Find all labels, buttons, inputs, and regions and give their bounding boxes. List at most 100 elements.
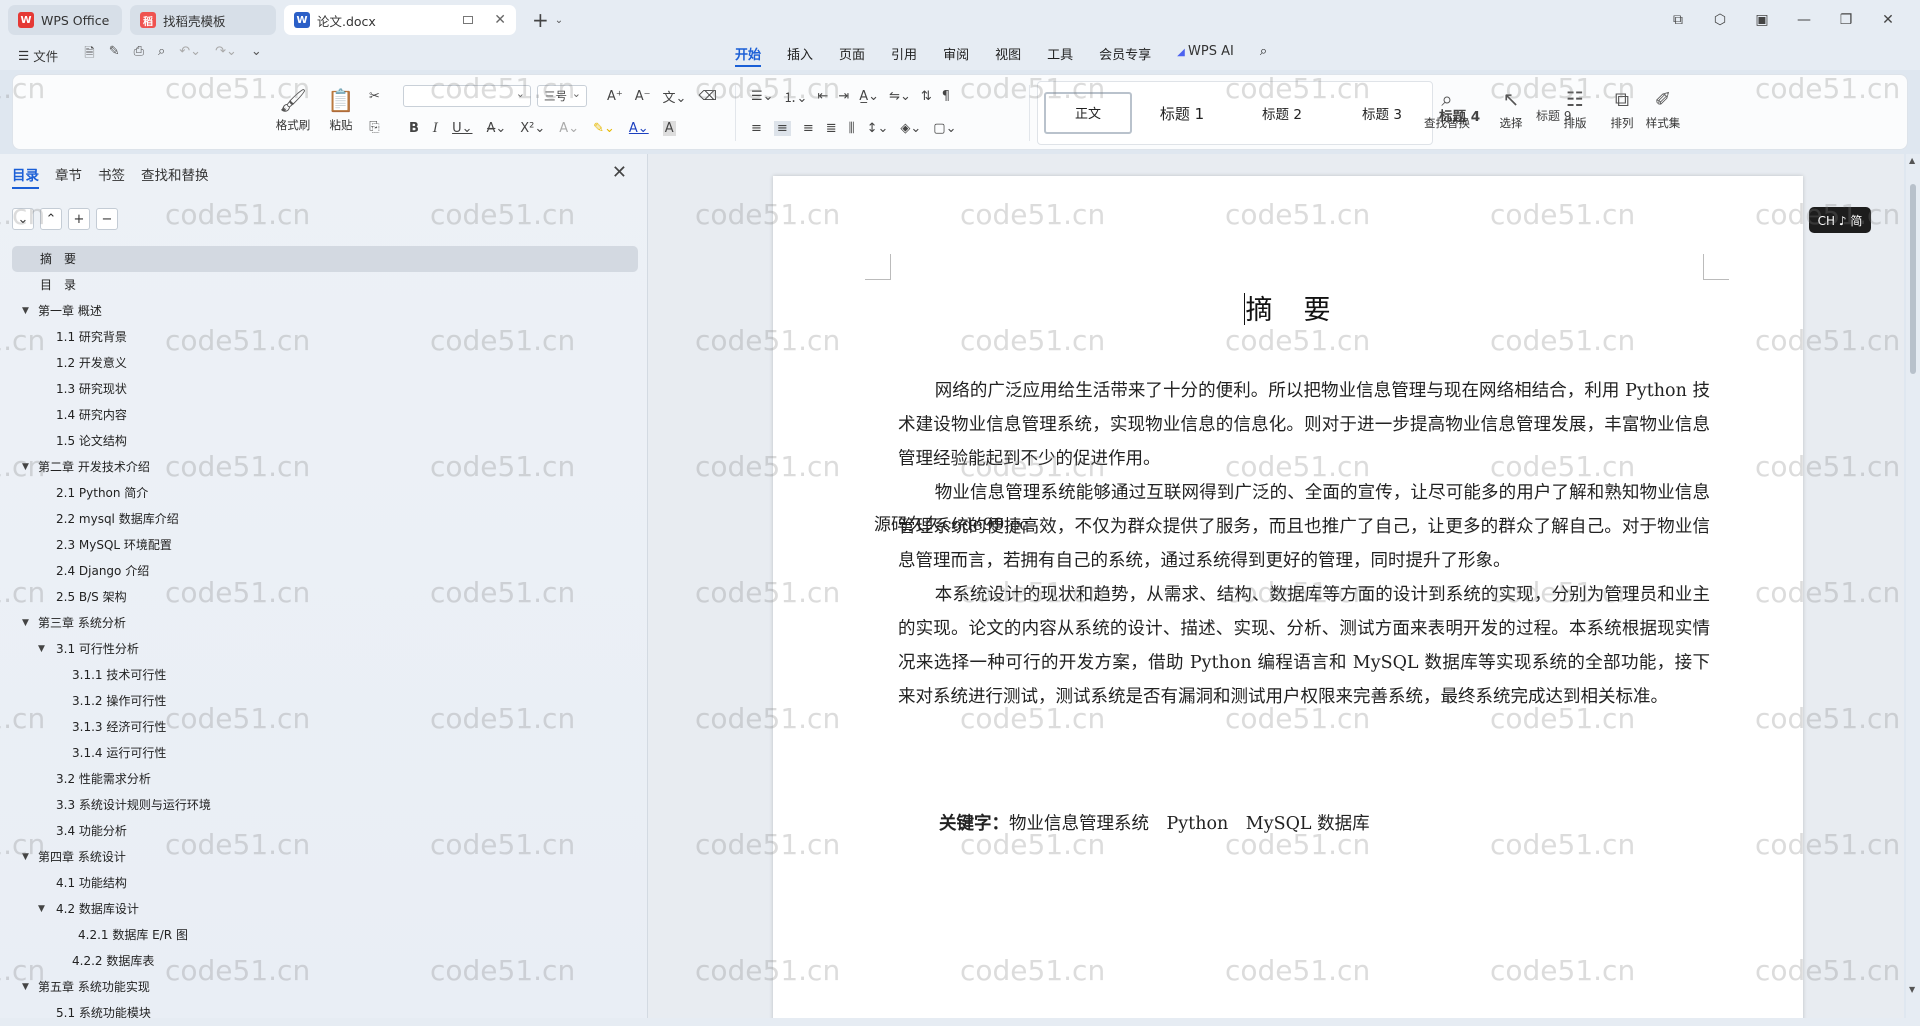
paste-button[interactable]: 📋 粘贴 bbox=[319, 87, 363, 133]
cube-icon[interactable]: ⬡ bbox=[1712, 12, 1728, 28]
outline-item[interactable]: ▼ 第一章 概述 bbox=[12, 298, 638, 324]
expand-caret-icon[interactable]: ▼ bbox=[22, 298, 29, 324]
avatar[interactable]: ▣ bbox=[1754, 12, 1770, 28]
tab-wps-office[interactable]: W WPS Office bbox=[8, 5, 122, 35]
increase-indent-icon[interactable]: ⇥ bbox=[838, 89, 849, 104]
outline-item[interactable]: ▼ 第三章 系统分析 bbox=[12, 610, 638, 636]
tab-toc[interactable]: 目录 bbox=[12, 164, 39, 189]
style-normal[interactable]: 正文 bbox=[1044, 92, 1132, 134]
font-family-select[interactable] bbox=[403, 85, 531, 107]
format-painter-button[interactable]: 🖌 格式刷 bbox=[271, 87, 315, 133]
vertical-scrollbar[interactable]: ▲ ▼ bbox=[1906, 154, 1920, 1018]
redo-icon[interactable]: ↷⌄ bbox=[215, 44, 237, 66]
menu-insert[interactable]: 插入 bbox=[787, 44, 813, 67]
file-menu-button[interactable]: ☰ 文件 bbox=[18, 46, 58, 65]
menu-member[interactable]: 会员专享 bbox=[1099, 44, 1151, 67]
sort-icon[interactable]: ⇅ bbox=[921, 89, 932, 104]
outline-item[interactable]: 3.1.4 运行可行性 bbox=[12, 740, 638, 766]
chinese-layout-icon[interactable]: A̲⌄ bbox=[859, 89, 879, 104]
style-heading-2[interactable]: 标题 2 bbox=[1232, 103, 1332, 123]
expand-caret-icon[interactable]: ▼ bbox=[22, 844, 29, 870]
tab-templates[interactable]: 稻 找稻壳模板 bbox=[130, 5, 276, 35]
outline-item[interactable]: 1.3 研究现状 bbox=[12, 376, 638, 402]
tab-bookmarks[interactable]: 书签 bbox=[98, 164, 125, 189]
menu-view[interactable]: 视图 bbox=[995, 44, 1021, 67]
show-marks-icon[interactable]: ¶ bbox=[942, 89, 950, 104]
expand-up-icon[interactable]: ⌃ bbox=[40, 208, 62, 230]
tab-chapters[interactable]: 章节 bbox=[55, 164, 82, 189]
outline-item[interactable]: 5.1 系统功能模块 bbox=[12, 1000, 638, 1018]
outline-item[interactable]: 2.2 mysql 数据库介绍 bbox=[12, 506, 638, 532]
style-set-button[interactable]: ✐ 样式集 bbox=[1643, 87, 1683, 131]
outline-item[interactable]: 3.3 系统设计规则与运行环境 bbox=[12, 792, 638, 818]
align-right-icon[interactable]: ≡ bbox=[803, 121, 814, 136]
expand-caret-icon[interactable]: ▼ bbox=[38, 636, 45, 662]
expand-caret-icon[interactable]: ▼ bbox=[22, 974, 29, 1000]
text-direction-icon[interactable]: ⇋⌄ bbox=[889, 89, 911, 104]
font-size-select[interactable]: 三号 bbox=[537, 85, 587, 107]
close-tab-icon[interactable]: ✕ bbox=[494, 12, 506, 28]
justify-icon[interactable]: ≣ bbox=[826, 121, 837, 136]
italic-button[interactable]: I bbox=[433, 121, 438, 136]
outline-item[interactable]: 摘 要 bbox=[12, 246, 638, 272]
copy-icon[interactable]: ⎘ bbox=[369, 120, 379, 135]
scroll-down-icon[interactable]: ▼ bbox=[1909, 985, 1915, 994]
style-heading-3[interactable]: 标题 3 bbox=[1332, 103, 1432, 123]
remove-heading-icon[interactable]: − bbox=[96, 208, 118, 230]
outline-item[interactable]: 3.4 功能分析 bbox=[12, 818, 638, 844]
pen-icon[interactable]: ✎ bbox=[109, 44, 120, 66]
arrange-button[interactable]: ☷ 排版 bbox=[1555, 87, 1595, 131]
outline-item[interactable]: 1.2 开发意义 bbox=[12, 350, 638, 376]
outline-item[interactable]: ▼ 第五章 系统功能实现 bbox=[12, 974, 638, 1000]
document-page[interactable]: CH ♪ 简 摘 要 网络的广泛应用给生活带来了十分的便利。所以把物业信息管理与… bbox=[773, 176, 1871, 1026]
outline-item[interactable]: 1.5 论文结构 bbox=[12, 428, 638, 454]
expand-caret-icon[interactable]: ▼ bbox=[22, 610, 29, 636]
scroll-up-icon[interactable]: ▲ bbox=[1909, 156, 1915, 165]
shading-icon[interactable]: ◈⌄ bbox=[900, 121, 921, 136]
sort-arrange-button[interactable]: ⧉ 排列 bbox=[1607, 87, 1637, 131]
outline-item[interactable]: 目 录 bbox=[12, 272, 638, 298]
cut-icon[interactable]: ✂ bbox=[369, 89, 380, 104]
search-icon[interactable]: ⌕ bbox=[1260, 44, 1267, 67]
float-window-icon[interactable] bbox=[463, 16, 474, 24]
expand-caret-icon[interactable]: ▼ bbox=[22, 454, 29, 480]
tab-find-replace[interactable]: 查找和替换 bbox=[141, 164, 209, 189]
numbered-list-icon[interactable]: ⒈⌄ bbox=[784, 87, 808, 106]
outline-item[interactable]: 2.5 B/S 架构 bbox=[12, 584, 638, 610]
save-icon[interactable]: 🗎 bbox=[84, 44, 94, 66]
outline-item[interactable]: 4.2.2 数据库表 bbox=[12, 948, 638, 974]
menu-reference[interactable]: 引用 bbox=[891, 44, 917, 67]
tab-document[interactable]: W 论文.docx ✕ bbox=[284, 5, 516, 35]
select-button[interactable]: ↖ 选择 bbox=[1491, 87, 1531, 131]
outline-item[interactable]: 1.1 研究背景 bbox=[12, 324, 638, 350]
print-preview-icon[interactable]: ⌕ bbox=[158, 44, 165, 66]
decrease-indent-icon[interactable]: ⇤ bbox=[817, 89, 828, 104]
bold-button[interactable]: B bbox=[409, 121, 419, 136]
expand-caret-icon[interactable]: ▼ bbox=[38, 896, 45, 922]
strikethrough-button[interactable]: A̶⌄ bbox=[486, 121, 506, 136]
ime-status-badge[interactable]: CH ♪ 简 bbox=[1809, 207, 1871, 233]
new-tab-button[interactable]: + bbox=[532, 8, 549, 32]
menu-wps-ai[interactable]: WPS AI bbox=[1177, 44, 1234, 67]
restore-button[interactable]: ❐ bbox=[1838, 12, 1854, 28]
find-replace-button[interactable]: ⌕ 查找替换 bbox=[1421, 87, 1473, 131]
highlight-button[interactable]: ✎⌄ bbox=[593, 121, 615, 136]
menu-review[interactable]: 审阅 bbox=[943, 44, 969, 67]
outline-item[interactable]: 3.1.1 技术可行性 bbox=[12, 662, 638, 688]
outline-item[interactable]: 3.2 性能需求分析 bbox=[12, 766, 638, 792]
outline-item[interactable]: 1.4 研究内容 bbox=[12, 402, 638, 428]
grow-font-icon[interactable]: A⁺ bbox=[607, 89, 623, 104]
text-effect-button[interactable]: A⌄ bbox=[559, 121, 579, 136]
outline-item[interactable]: 2.1 Python 简介 bbox=[12, 480, 638, 506]
close-window-button[interactable]: ✕ bbox=[1880, 12, 1896, 28]
outline-item[interactable]: ▼ 第二章 开发技术介绍 bbox=[12, 454, 638, 480]
superscript-button[interactable]: X²⌄ bbox=[520, 121, 545, 136]
underline-button[interactable]: U⌄ bbox=[452, 121, 472, 136]
distribute-icon[interactable]: ⫼ bbox=[849, 121, 855, 136]
char-shading-button[interactable]: A bbox=[662, 121, 676, 136]
more-icon[interactable]: ⌄ bbox=[251, 44, 262, 66]
close-icon[interactable]: ✕ bbox=[612, 162, 627, 183]
scroll-thumb[interactable] bbox=[1910, 184, 1916, 374]
menu-start[interactable]: 开始 bbox=[735, 44, 762, 67]
undo-icon[interactable]: ↶⌄ bbox=[179, 44, 201, 66]
